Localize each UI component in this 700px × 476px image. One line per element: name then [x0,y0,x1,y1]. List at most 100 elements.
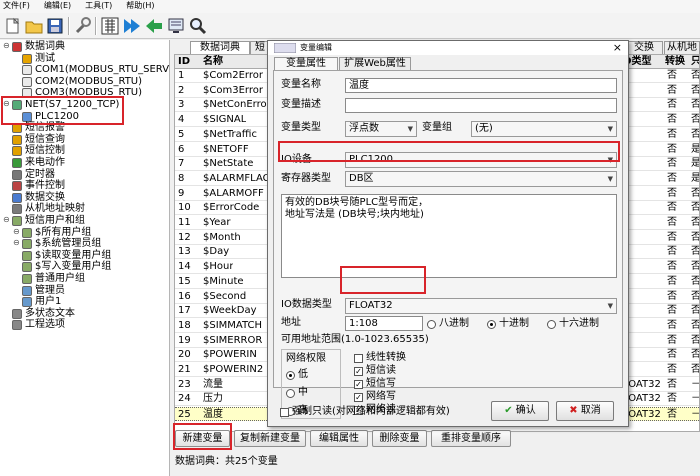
cell-ro: － [691,393,700,405]
tree-item-label: $系统管理员组 [35,238,102,250]
cell-id: 12 [178,231,191,243]
tree-item[interactable]: $写入变量用户组 [22,261,111,273]
cell-conv: 否 [667,231,677,243]
cell-conv: 否 [667,364,677,375]
tree-item[interactable]: 短信用户和组 [12,215,85,227]
tree-item[interactable]: 多状态文本 [12,308,75,320]
option-checkbox[interactable]: ✓ 短信写 [354,378,396,390]
tab-data-dictionary[interactable]: 数据词典 [190,41,250,54]
confirm-label: 确认 [515,405,536,416]
col-id[interactable]: ID [178,55,190,69]
menu-item[interactable]: 帮助(H) [126,0,154,13]
radix-octal-radio[interactable]: 八进制 [427,318,469,330]
io-data-type-select[interactable]: FLOAT32 ▼ [345,298,617,314]
tree-item[interactable]: $系统管理员组 [22,238,101,250]
tab-data-exchange[interactable]: 交换 [625,41,663,54]
menu-item[interactable]: 文件(F) [3,0,30,13]
tree-item[interactable]: 用户1 [22,296,61,308]
tree-item[interactable]: 来电动作 [12,157,65,169]
option-checkbox[interactable]: ✓ 短信读 [354,365,396,377]
search-icon[interactable] [188,16,208,36]
tree-item[interactable]: 从机地址映射 [12,203,85,215]
delete-variable-button[interactable]: 删除变量 [372,430,427,447]
confirm-button[interactable]: ✔ 确认 [491,401,549,421]
radix-hex-radio[interactable]: 十六进制 [547,318,599,330]
tree-item[interactable]: $所有用户组 [22,227,91,239]
perm-low-radio[interactable]: 低 [286,369,308,381]
radix-decimal-radio[interactable]: 十进制 [487,318,529,330]
tree-item[interactable]: 事件控制 [12,180,65,192]
tab-web-properties[interactable]: 扩展Web属性 [339,57,411,70]
menu-item[interactable]: 工具(T) [85,0,112,13]
cell-conv: 否 [667,158,677,170]
tree-item-label: 事件控制 [25,180,65,192]
register-type-select[interactable]: DB区 ▼ [345,171,617,187]
monitor-icon[interactable] [166,16,186,36]
option-checkbox[interactable]: ✓ 网络写 [354,391,396,403]
cell-ro: 否 [691,128,700,140]
tree-item-label: 工程选项 [25,319,65,331]
copy-new-variable-button[interactable]: 复制新建变量 [234,430,306,447]
col-name[interactable]: 名称 [203,55,223,69]
tree-node-icon [12,181,22,192]
register-type-value: DB区 [349,173,374,184]
edit-properties-button[interactable]: 编辑属性 [310,430,368,447]
tree-item[interactable]: 工程选项 [12,319,65,331]
cell-id: 13 [178,246,191,258]
cell-conv: 否 [667,319,677,331]
cell-ro: 否 [691,319,700,331]
cell-id: 18 [178,319,191,331]
tree-item-label: 从机地址映射 [25,203,85,215]
cell-name: $Com3Error [203,84,263,96]
reorder-variables-button[interactable]: 重排变量顺序 [431,430,511,447]
cell-conv: 否 [667,99,677,111]
cancel-button[interactable]: ✖ 取消 [556,401,614,421]
cell-name: $Second [203,290,247,302]
perm-medium-radio[interactable]: 中 [286,387,308,399]
tab-slave-mapping[interactable]: 从机地 [664,41,700,54]
cell-id: 1 [178,70,185,81]
tree-item[interactable]: 管理员 [22,285,65,297]
tree-item[interactable]: 定时器 [12,169,55,181]
tab-variable-properties[interactable]: 变量属性 [274,57,338,71]
tree-item[interactable]: COM2(MODBUS_RTU) [22,76,142,88]
chevron-down-icon: ▼ [607,302,613,310]
description-field[interactable] [345,98,617,113]
menu-bar: 文件(F) 编辑(E) 工具(T) 帮助(H) [0,0,700,13]
tree-node-icon [12,146,22,157]
cell-conv: 否 [667,187,677,199]
compile-icon[interactable] [100,16,120,36]
group-select[interactable]: (无) ▼ [471,121,617,137]
collapse-icon[interactable]: ⊖ [3,215,10,224]
tree-item[interactable]: COM1(MODBUS_RTU_SERVER) [22,64,186,76]
dialog-title: 变量编辑 [268,41,628,55]
option-checkbox[interactable]: 线性转换 [354,352,406,364]
collapse-icon[interactable]: ⊖ [3,41,10,50]
tree-item[interactable]: 测试 [22,53,55,65]
tree-item[interactable]: 短信查询 [12,134,65,146]
collapse-icon[interactable]: ⊖ [13,238,20,247]
tree-item[interactable]: 数据词典 [12,41,65,53]
col-convert[interactable]: 转换 [665,55,685,69]
type-select[interactable]: 浮点数 ▼ [345,121,417,137]
tree-item[interactable]: 普通用户组 [22,273,85,285]
tree-item[interactable]: $读取变量用户组 [22,250,111,262]
open-folder-icon[interactable] [24,16,44,36]
address-field[interactable]: 1:108 [345,316,423,331]
download-icon[interactable] [122,16,142,36]
new-file-icon[interactable] [3,16,23,36]
tree-item[interactable]: 数据交换 [12,192,65,204]
close-icon[interactable]: × [613,41,622,55]
name-field[interactable]: 温度 [345,78,617,93]
tree-node-icon [22,250,32,261]
force-readonly-checkbox[interactable]: 强制只读(对网络和内部逻辑都有效) [280,406,450,418]
group-label: 变量组 [422,122,452,133]
wrench-icon[interactable] [73,16,93,36]
cell-ro: 否 [691,70,700,81]
menu-item[interactable]: 编辑(E) [44,0,71,13]
run-icon[interactable] [144,16,164,36]
collapse-icon[interactable]: ⊖ [13,227,20,236]
save-icon[interactable] [45,16,65,36]
col-readonly[interactable]: 只 [691,55,699,69]
tree-item[interactable]: 短信控制 [12,145,65,157]
